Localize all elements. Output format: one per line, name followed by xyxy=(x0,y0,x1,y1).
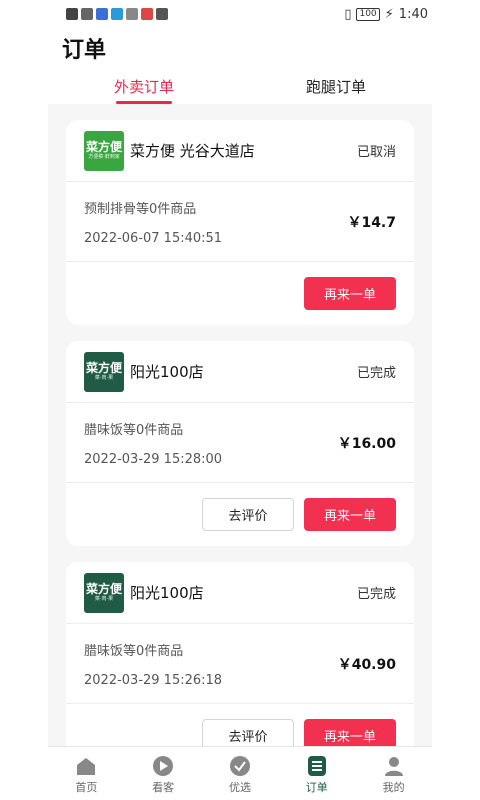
mail-icon xyxy=(141,8,153,20)
order-card-header: 菜方便 菜·肉·果 阳光100店 已完成 xyxy=(66,562,414,624)
order-time: 2022-03-29 15:26:18 xyxy=(84,672,223,688)
status-bar: ▯ 100 ⚡ 1:40 xyxy=(0,0,480,28)
order-card[interactable]: 菜方便 菜·肉·果 阳光100店 已完成 腊味饭等0件商品 2022-03-29… xyxy=(66,341,414,546)
order-items: 腊味饭等0件商品 xyxy=(84,422,184,438)
order-items: 腊味饭等0件商品 xyxy=(84,643,184,659)
wifi-icon xyxy=(81,8,93,20)
order-card[interactable]: 菜方便 方便菜·鲜到家 菜方便 光谷大道店 已取消 预制排骨等0件商品 2022… xyxy=(66,120,414,325)
tabbar-item-orders[interactable]: 订单 xyxy=(278,747,355,800)
store-logo: 菜方便 方便菜·鲜到家 xyxy=(84,130,124,171)
reorder-button[interactable]: 再来一单 xyxy=(304,498,396,531)
order-card-header: 菜方便 方便菜·鲜到家 菜方便 光谷大道店 已取消 xyxy=(66,120,414,182)
order-tabs: 外卖订单 跑腿订单 xyxy=(48,70,432,104)
store-name[interactable]: 阳光100店 xyxy=(130,582,357,603)
order-status: 已完成 xyxy=(356,366,396,381)
order-price: ￥40.90 xyxy=(337,656,396,673)
upload-icon xyxy=(156,8,168,20)
review-button[interactable]: 去评价 xyxy=(202,719,294,746)
store-name[interactable]: 菜方便 光谷大道店 xyxy=(130,140,357,161)
order-card-actions: 再来一单 xyxy=(66,262,414,325)
bottom-tab-bar: 首页 看客 优选 订单 我的 xyxy=(48,746,432,800)
battery-icon: 100 xyxy=(356,7,380,21)
order-card-actions: 去评价 再来一单 xyxy=(66,704,414,746)
order-card-header: 菜方便 菜·肉·果 阳光100店 已完成 xyxy=(66,341,414,403)
clock: 1:40 xyxy=(398,6,428,22)
tabbar-label: 首页 xyxy=(75,781,98,794)
tab-errand-orders[interactable]: 跑腿订单 xyxy=(240,70,432,104)
system-status: ▯ 100 ⚡ 1:40 xyxy=(344,7,428,22)
order-card-body[interactable]: 腊味饭等0件商品 2022-03-29 15:26:18 ￥40.90 xyxy=(66,624,414,704)
order-time: 2022-06-07 15:40:51 xyxy=(84,230,223,246)
store-name[interactable]: 阳光100店 xyxy=(130,361,357,382)
store-logo: 菜方便 菜·肉·果 xyxy=(84,572,124,613)
tab-takeout-orders[interactable]: 外卖订单 xyxy=(48,70,240,104)
app-icon xyxy=(126,8,138,20)
user-icon xyxy=(383,755,405,777)
tabbar-item-featured[interactable]: 优选 xyxy=(202,747,279,800)
order-card-actions: 去评价 再来一单 xyxy=(66,483,414,546)
tabbar-item-home[interactable]: 首页 xyxy=(48,747,125,800)
charging-icon: ⚡ xyxy=(384,6,394,22)
tabbar-label: 订单 xyxy=(305,781,328,794)
reorder-button[interactable]: 再来一单 xyxy=(304,277,396,310)
order-status: 已取消 xyxy=(356,145,396,160)
play-icon xyxy=(152,755,174,777)
reorder-button[interactable]: 再来一单 xyxy=(304,719,396,746)
order-status: 已完成 xyxy=(356,587,396,602)
tabbar-item-watch[interactable]: 看客 xyxy=(125,747,202,800)
order-card-body[interactable]: 预制排骨等0件商品 2022-06-07 15:40:51 ￥14.7 xyxy=(66,182,414,262)
vibrate-icon: ▯ xyxy=(344,6,352,22)
alert-icon xyxy=(66,8,78,20)
app-icon xyxy=(96,8,108,20)
order-time: 2022-03-29 15:28:00 xyxy=(84,451,223,467)
review-button[interactable]: 去评价 xyxy=(202,498,294,531)
tabbar-label: 我的 xyxy=(382,781,405,794)
order-card-body[interactable]: 腊味饭等0件商品 2022-03-29 15:28:00 ￥16.00 xyxy=(66,403,414,483)
check-icon xyxy=(229,755,251,777)
order-price: ￥14.7 xyxy=(347,214,396,231)
tabbar-label: 优选 xyxy=(228,781,251,794)
tabbar-label: 看客 xyxy=(152,781,175,794)
search-app-icon xyxy=(111,8,123,20)
home-icon xyxy=(75,755,97,777)
order-list[interactable]: 菜方便 方便菜·鲜到家 菜方便 光谷大道店 已取消 预制排骨等0件商品 2022… xyxy=(48,104,432,746)
order-price: ￥16.00 xyxy=(337,435,396,452)
store-logo: 菜方便 菜·肉·果 xyxy=(84,351,124,392)
app-screen: 订单 外卖订单 跑腿订单 菜方便 方便菜·鲜到家 菜方便 光谷大道店 已取消 预… xyxy=(48,28,432,800)
order-items: 预制排骨等0件商品 xyxy=(84,201,197,217)
tabbar-item-profile[interactable]: 我的 xyxy=(355,747,432,800)
page-title: 订单 xyxy=(62,38,107,63)
list-icon xyxy=(306,755,328,777)
order-card[interactable]: 菜方便 菜·肉·果 阳光100店 已完成 腊味饭等0件商品 2022-03-29… xyxy=(66,562,414,746)
header: 订单 外卖订单 跑腿订单 xyxy=(48,28,432,104)
notification-icons xyxy=(66,8,168,20)
